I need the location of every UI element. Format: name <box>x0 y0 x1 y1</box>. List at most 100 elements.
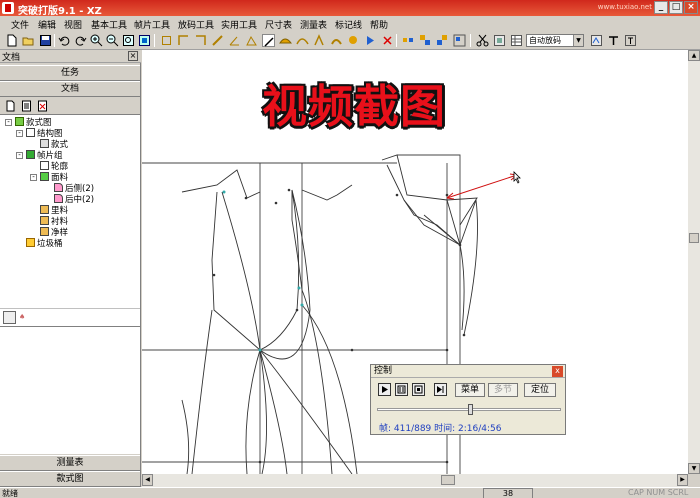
grade-mode-select[interactable]: 自动放码 ▼ <box>526 34 584 47</box>
main-toolbar: 自动放码 ▼ <box>0 31 700 50</box>
menu-measure-table[interactable]: 测量表 <box>300 18 327 31</box>
notch-icon[interactable] <box>330 34 343 47</box>
triangle-icon[interactable] <box>245 34 258 47</box>
angle-icon[interactable] <box>228 34 241 47</box>
zoom-in-icon[interactable] <box>90 34 103 47</box>
menu-grading-tools[interactable]: 放码工具 <box>178 18 214 31</box>
minimize-button[interactable]: _ <box>654 1 668 14</box>
save-icon[interactable] <box>39 34 52 47</box>
grade-table-icon[interactable] <box>510 34 523 47</box>
tree-node-structure[interactable]: 结构图 <box>26 128 63 139</box>
align-icon[interactable] <box>402 34 415 47</box>
vertical-scrollbar[interactable]: ▲ ▼ <box>688 50 700 474</box>
close-button[interactable]: × <box>684 1 698 14</box>
tree-node-trash[interactable]: 垃圾桶 <box>26 238 63 249</box>
zoom-fit-icon[interactable] <box>122 34 135 47</box>
scroll-up-icon[interactable]: ▲ <box>688 50 700 61</box>
tree-node-outline[interactable]: 轮廓 <box>40 161 68 172</box>
undo-icon[interactable] <box>58 34 71 47</box>
multi-section-button[interactable]: 多节 <box>488 383 518 397</box>
chevron-down-icon[interactable]: ▼ <box>573 35 583 46</box>
menu-edit[interactable]: 编辑 <box>38 18 56 31</box>
menu-help[interactable]: 帮助 <box>370 18 388 31</box>
tab-style-drawing[interactable]: 款式图 <box>0 471 140 487</box>
menu-view[interactable]: 视图 <box>64 18 82 31</box>
menu-file[interactable]: 文件 <box>11 18 29 31</box>
pin-icon[interactable]: ♠ <box>19 313 25 321</box>
piece-group-icon <box>26 150 35 159</box>
tree-node-lining[interactable]: 里料 <box>40 205 68 216</box>
property-icon[interactable] <box>3 311 16 324</box>
collapse-toggle[interactable]: - <box>30 174 37 181</box>
tree-node-back-center[interactable]: 后中(2) <box>54 194 94 205</box>
arc-icon[interactable] <box>279 34 292 47</box>
status-number: 38 <box>483 488 533 498</box>
grading-icon[interactable] <box>493 34 506 47</box>
tab-measure-table[interactable]: 测量表 <box>0 455 140 471</box>
delete-icon[interactable] <box>381 34 394 47</box>
group-icon[interactable] <box>419 34 432 47</box>
new-doc-icon[interactable] <box>5 100 16 112</box>
tree-node-fabric[interactable]: 面料 <box>40 172 68 183</box>
open-icon[interactable] <box>22 34 35 47</box>
grade-view-icon[interactable] <box>590 34 603 47</box>
menu-utility-tools[interactable]: 实用工具 <box>221 18 257 31</box>
ruler-icon[interactable] <box>211 34 224 47</box>
menu-piece-tools[interactable]: 帧片工具 <box>134 18 170 31</box>
play-icon[interactable] <box>378 383 391 396</box>
menu-button[interactable]: 菜单 <box>455 383 485 397</box>
tree-node-style-doc[interactable]: 款式 <box>40 139 68 150</box>
maximize-button[interactable]: □ <box>669 1 683 14</box>
window-title: 突破打版9.1 - XZ <box>18 6 102 17</box>
ungroup-icon[interactable] <box>436 34 449 47</box>
new-icon[interactable] <box>5 34 18 47</box>
corner-tool-icon[interactable] <box>177 34 190 47</box>
document-panel: 文档 × 任务 文档 - 款式图 - 结构图 款式 - 帧片组 轮廓 - 面料 … <box>0 50 141 487</box>
tab-document[interactable]: 文档 <box>0 81 140 97</box>
menu-basic-tools[interactable]: 基本工具 <box>91 18 127 31</box>
layout-icon[interactable] <box>453 34 466 47</box>
tree-node-interlining[interactable]: 衬料 <box>40 216 68 227</box>
step-icon[interactable] <box>434 383 447 396</box>
horizontal-scrollbar[interactable]: ◀ ▶ <box>142 474 688 487</box>
locate-button[interactable]: 定位 <box>524 383 556 397</box>
text-tool-icon[interactable] <box>607 34 620 47</box>
dart-icon[interactable] <box>313 34 326 47</box>
pleat-icon[interactable] <box>347 34 360 47</box>
doc-icon <box>40 139 49 148</box>
slider-knob[interactable] <box>468 404 473 415</box>
progress-slider[interactable] <box>377 404 561 415</box>
cut-icon[interactable] <box>476 34 489 47</box>
scroll-down-icon[interactable]: ▼ <box>688 463 700 474</box>
horizontal-scroll-thumb[interactable] <box>441 475 455 485</box>
tree-node-style[interactable]: 款式图 <box>15 117 52 128</box>
tab-task[interactable]: 任务 <box>0 65 140 81</box>
control-close-button[interactable]: x <box>552 366 563 377</box>
fit-page-icon[interactable] <box>138 34 151 47</box>
tree-node-back-side[interactable]: 后侧(2) <box>54 183 94 194</box>
collapse-toggle[interactable]: - <box>16 152 23 159</box>
rect-tool-icon[interactable] <box>160 34 173 47</box>
collapse-toggle[interactable]: - <box>16 130 23 137</box>
vertical-scroll-thumb[interactable] <box>689 233 699 243</box>
text-frame-icon[interactable] <box>624 34 637 47</box>
bracket-tool-icon[interactable] <box>194 34 207 47</box>
doc-list-icon[interactable] <box>21 100 32 112</box>
pause-icon[interactable] <box>395 383 408 396</box>
curve-icon[interactable] <box>296 34 309 47</box>
menu-marker-line[interactable]: 标记线 <box>335 18 362 31</box>
play-icon[interactable] <box>364 34 377 47</box>
zoom-out-icon[interactable] <box>106 34 119 47</box>
delete-doc-icon[interactable] <box>37 100 48 112</box>
scroll-right-icon[interactable]: ▶ <box>677 474 688 486</box>
tree-node-piece-group[interactable]: 帧片组 <box>26 150 63 161</box>
menu-size-table[interactable]: 尺寸表 <box>265 18 292 31</box>
scroll-left-icon[interactable]: ◀ <box>142 474 153 486</box>
stop-icon[interactable] <box>412 383 425 396</box>
pen-icon[interactable] <box>262 34 275 47</box>
collapse-toggle[interactable]: - <box>5 119 12 126</box>
redo-icon[interactable] <box>74 34 87 47</box>
tree-node-net[interactable]: 净样 <box>40 227 68 238</box>
control-dialog: 控制 x 菜单 多节 定位 帧: 411/889 时间: 2:16/4:56 <box>370 364 566 435</box>
panel-close-icon[interactable]: × <box>128 51 138 61</box>
